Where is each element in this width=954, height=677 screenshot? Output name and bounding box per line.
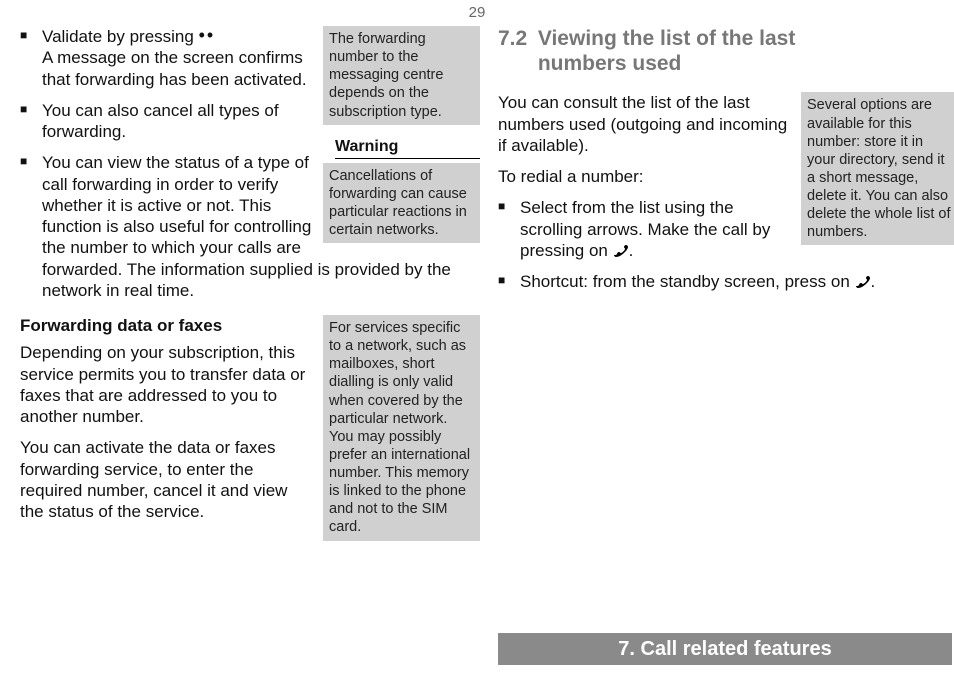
section-title: Viewing the list of the last numbers use…: [538, 26, 888, 76]
bullet-view-status: You can view the status of a type of cal…: [20, 152, 480, 301]
bullet-shortcut-pre: Shortcut: from the standby screen, press…: [520, 272, 855, 291]
call-icon: [613, 242, 629, 256]
note-network-services: For services specific to a network, such…: [323, 315, 480, 541]
footer-chapter-bar: 7. Call related features: [498, 633, 952, 665]
left-bullet-list: Validate by pressing •• A message on the…: [20, 26, 480, 301]
section-number: 7.2: [498, 26, 532, 51]
page-number: 29: [469, 4, 486, 21]
bullet-validate-lead: Validate by pressing: [42, 27, 199, 46]
bullet-validate-tail: A message on the screen confirms that fo…: [42, 48, 307, 88]
section-heading: 7.2 Viewing the list of the last numbers…: [498, 26, 954, 76]
right-bullet-list: Select from the list using the scrolling…: [498, 197, 954, 292]
bullet-shortcut-post: .: [871, 272, 876, 291]
call-icon: [855, 273, 871, 287]
bullet-select-pre: Select from the list using the scrolling…: [520, 198, 770, 260]
bullet-shortcut: Shortcut: from the standby screen, press…: [498, 271, 954, 292]
bullet-validate: Validate by pressing •• A message on the…: [20, 26, 480, 90]
bullet-select-post: .: [629, 241, 634, 260]
bullet-cancel-all: You can also cancel all types of forward…: [20, 100, 480, 143]
bullet-select-from-list: Select from the list using the scrolling…: [498, 197, 954, 261]
right-column: 7.2 Viewing the list of the last numbers…: [498, 26, 954, 302]
left-column: The forwarding number to the messaging c…: [20, 26, 480, 547]
